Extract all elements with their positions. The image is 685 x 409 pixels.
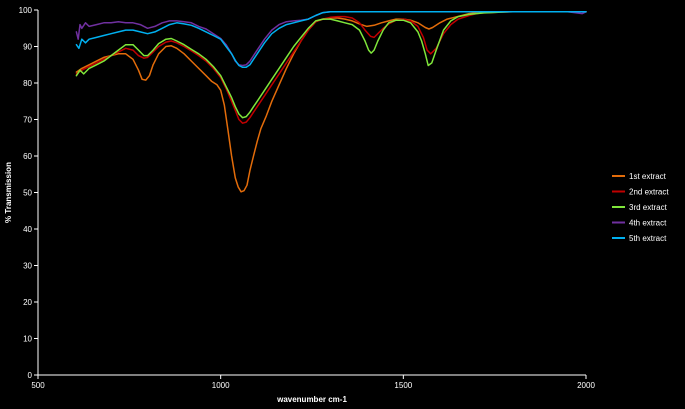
chart: 500 1000 1500 2000 0 10 20 30 40 50 60 70 80 90 100 w… [0, 0, 685, 409]
legend-label-1: 1st extract [629, 172, 667, 181]
x-axis-title: wavenumber cm-1 [276, 395, 347, 404]
x-tick-label: 1500 [394, 381, 412, 390]
y-tick-label: 40 [23, 225, 32, 234]
y-tick-label: 50 [23, 189, 32, 198]
legend-label-2: 2nd extract [629, 188, 669, 197]
y-tick-label: 90 [23, 43, 32, 52]
y-axis-title: % Transmission [4, 162, 13, 223]
legend-label-5: 5th extract [629, 234, 667, 243]
x-tick-label: 500 [31, 381, 45, 390]
y-tick-label: 0 [28, 371, 33, 380]
y-tick-label: 100 [19, 6, 33, 15]
y-tick-label: 70 [23, 116, 32, 125]
legend-label-3: 3rd extract [629, 203, 668, 212]
legend-label-4: 4th extract [629, 219, 667, 228]
y-tick-label: 30 [23, 262, 32, 271]
y-tick-label: 20 [23, 298, 32, 307]
y-tick-label: 80 [23, 79, 32, 88]
y-tick-label: 10 [23, 335, 32, 344]
y-tick-label: 60 [23, 152, 32, 161]
x-tick-label: 1000 [212, 381, 230, 390]
x-tick-label: 2000 [577, 381, 595, 390]
